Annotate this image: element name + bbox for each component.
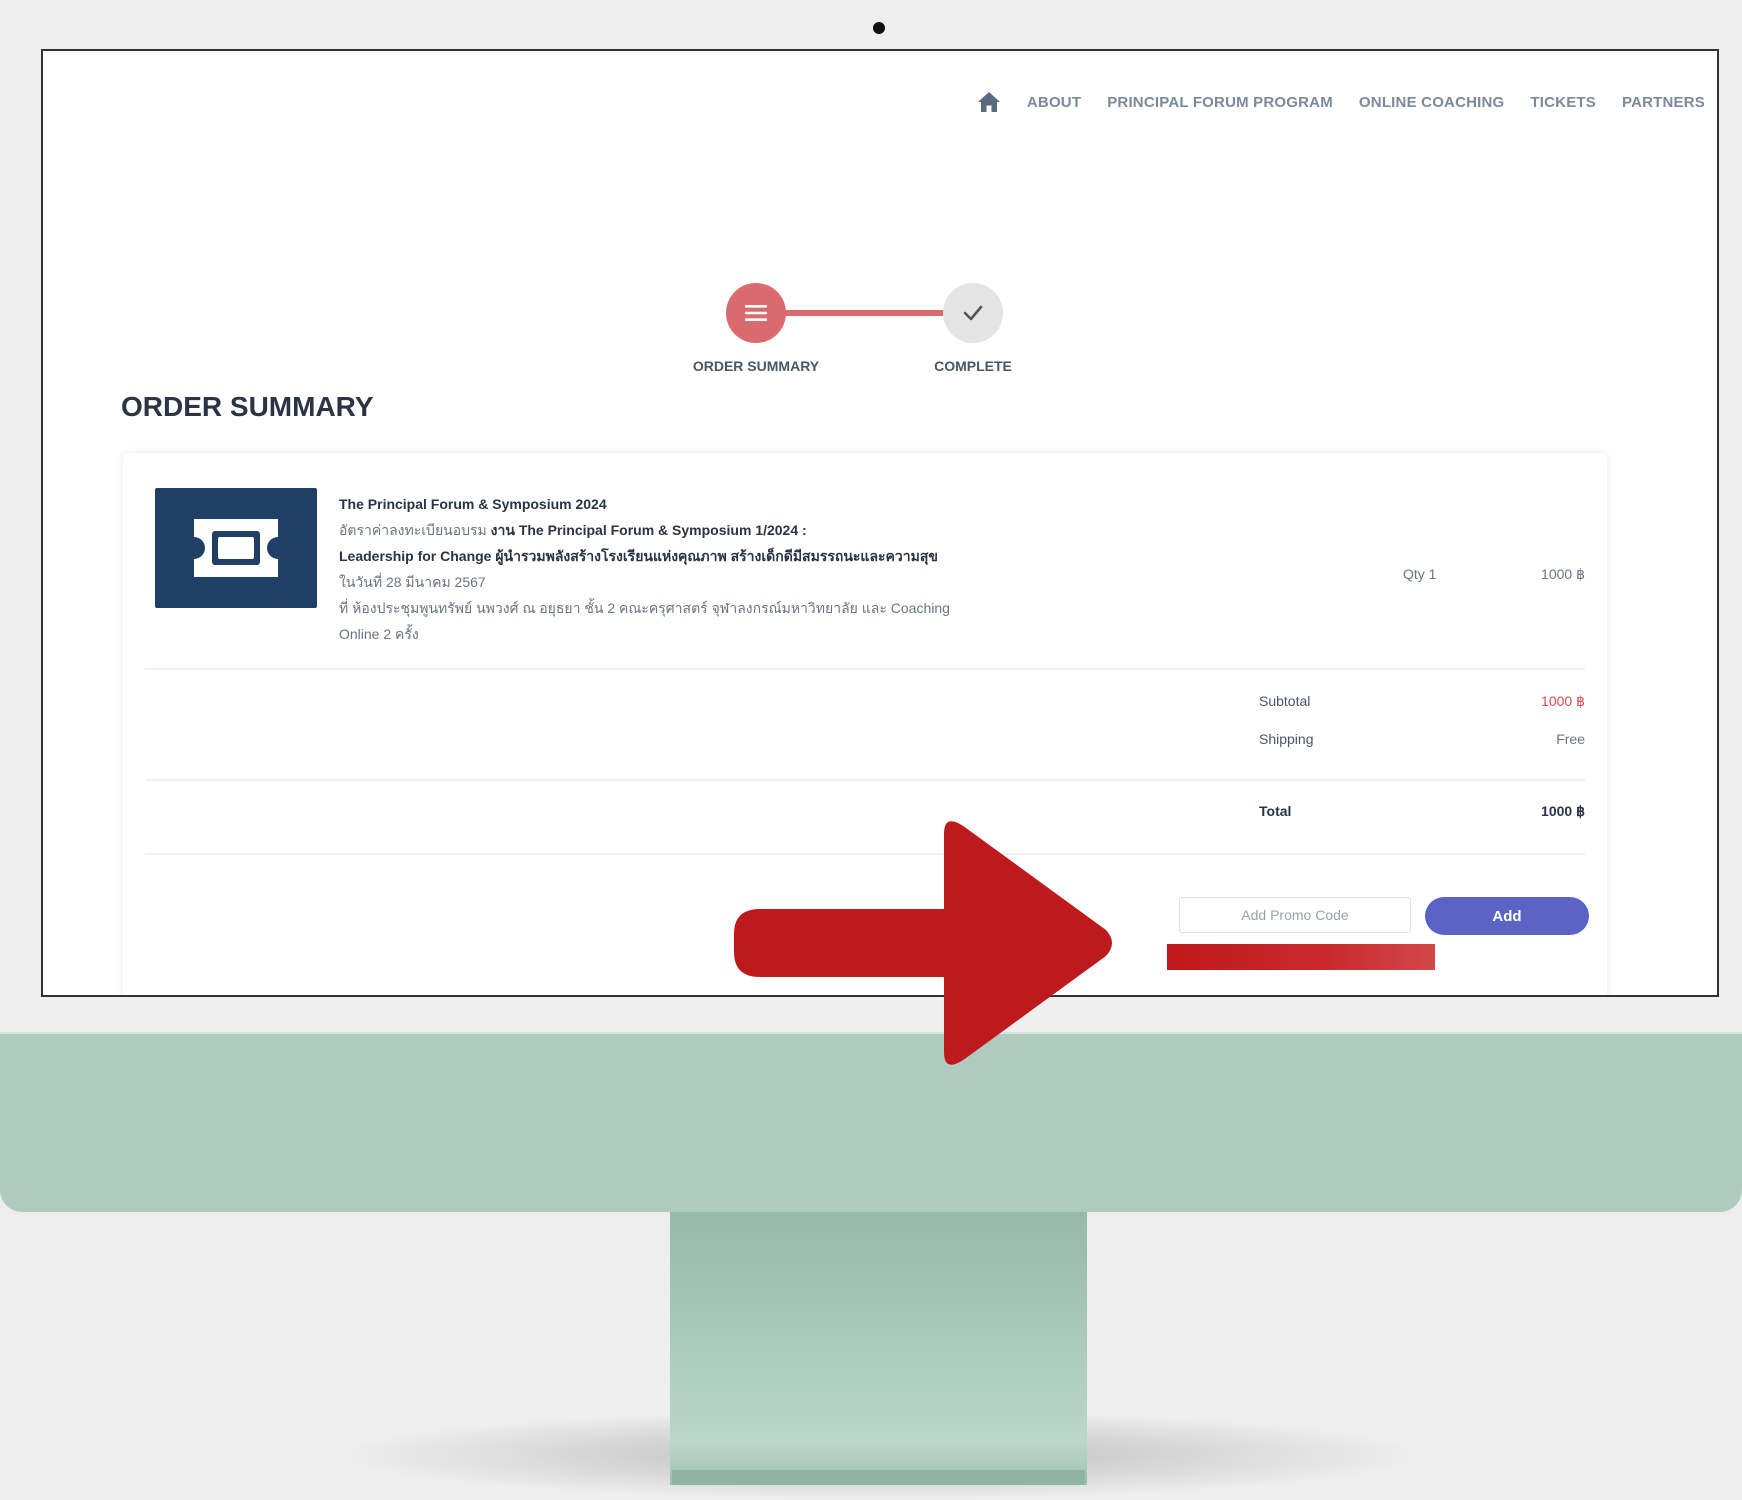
item-line-1: อัตราค่าลงทะเบียนอบรม งาน The Principal … bbox=[339, 517, 1039, 543]
item-line-2: Leadership for Change ผู้นำรวมพลังสร้างโ… bbox=[339, 548, 938, 564]
nav-partners[interactable]: PARTNERS bbox=[1622, 94, 1705, 111]
monitor-stand-foot bbox=[672, 1470, 1085, 1485]
checkout-stepper: ORDER SUMMARY COMPLETE bbox=[43, 231, 1717, 374]
step-label-order-summary: ORDER SUMMARY bbox=[692, 358, 820, 374]
item-quantity: Qty 1 bbox=[1403, 566, 1437, 582]
add-promo-button[interactable]: Add bbox=[1425, 897, 1589, 935]
step-order-summary bbox=[726, 283, 786, 343]
monitor-stand bbox=[670, 1212, 1087, 1485]
total-value: 1000 ฿ bbox=[1541, 803, 1585, 819]
item-price: 1000 ฿ bbox=[1541, 566, 1585, 582]
item-venue-cont: Online 2 ครั้ง bbox=[339, 626, 419, 642]
nav-about[interactable]: ABOUT bbox=[1027, 94, 1081, 111]
checkmark-icon bbox=[963, 305, 983, 321]
ticket-image bbox=[155, 488, 317, 608]
subtotal-value: 1000 ฿ bbox=[1541, 693, 1585, 709]
home-icon[interactable] bbox=[977, 91, 1001, 113]
camera-dot bbox=[873, 22, 885, 34]
menu-icon bbox=[745, 305, 767, 321]
top-navigation: ABOUT PRINCIPAL FORUM PROGRAM ONLINE COA… bbox=[977, 91, 1705, 113]
shipping-value: Free bbox=[1556, 731, 1585, 747]
divider bbox=[145, 668, 1585, 670]
highlight-underline bbox=[1167, 944, 1435, 970]
item-line-1-bold: งาน The Principal Forum & Symposium 1/20… bbox=[490, 522, 807, 538]
divider bbox=[145, 779, 1585, 781]
total-label: Total bbox=[1259, 803, 1292, 819]
nav-principal-forum-program[interactable]: PRINCIPAL FORUM PROGRAM bbox=[1107, 94, 1333, 111]
nav-online-coaching[interactable]: ONLINE COACHING bbox=[1359, 94, 1505, 111]
page-title: ORDER SUMMARY bbox=[121, 391, 374, 422]
item-date: ในวันที่ 28 มีนาคม 2567 bbox=[339, 574, 486, 590]
step-label-complete: COMPLETE bbox=[934, 358, 1012, 374]
item-title: The Principal Forum & Symposium 2024 bbox=[339, 496, 607, 512]
item-venue: ที่ ห้องประชุมพูนทรัพย์ นพวงศ์ ณ อยุธยา … bbox=[339, 600, 950, 616]
step-complete bbox=[943, 283, 1003, 343]
ticket-icon bbox=[194, 519, 278, 577]
promo-code-input[interactable] bbox=[1179, 897, 1411, 933]
item-line-1-prefix: อัตราค่าลงทะเบียนอบรม bbox=[339, 522, 487, 538]
arrow-right-icon bbox=[734, 821, 1112, 1065]
item-description: The Principal Forum & Symposium 2024 อัต… bbox=[339, 491, 1039, 647]
shipping-label: Shipping bbox=[1259, 731, 1314, 747]
nav-tickets[interactable]: TICKETS bbox=[1530, 94, 1596, 111]
subtotal-label: Subtotal bbox=[1259, 693, 1311, 709]
